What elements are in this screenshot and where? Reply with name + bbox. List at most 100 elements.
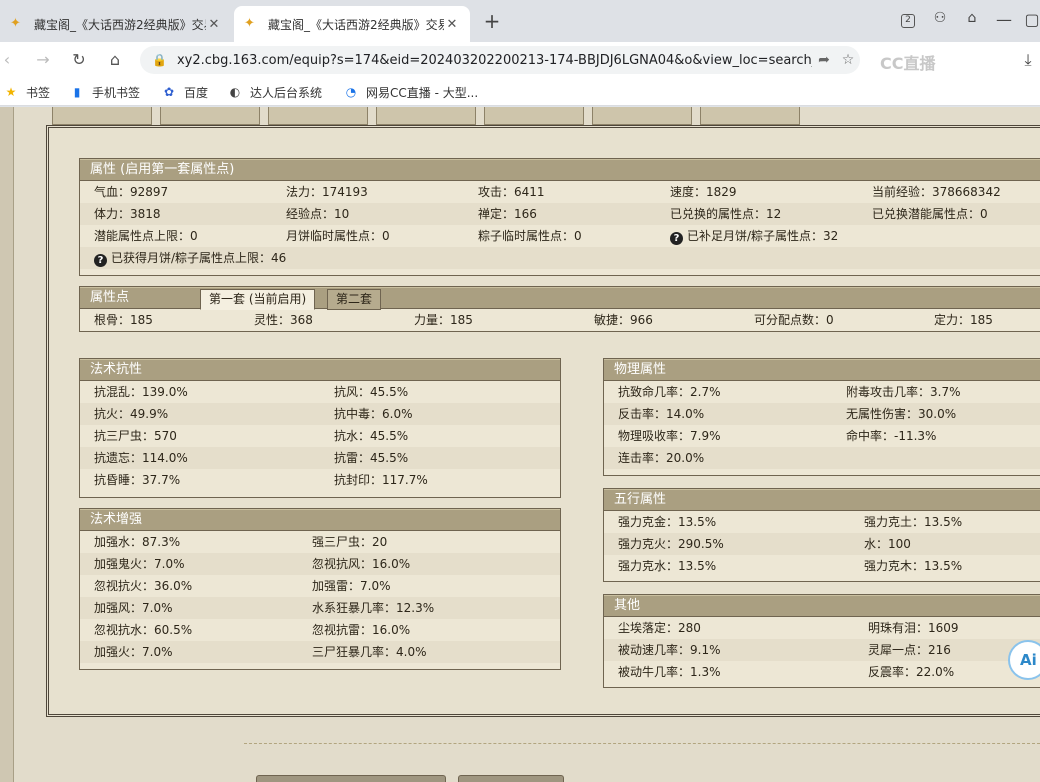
- lock-icon[interactable]: 🔒: [152, 53, 167, 67]
- tab-set-2[interactable]: 第二套: [327, 289, 382, 310]
- cc-icon: ◔: [345, 85, 357, 99]
- reload-icon[interactable]: ↻: [66, 48, 92, 72]
- bookmark-item[interactable]: ✿ 百度: [162, 83, 208, 101]
- bottom-button[interactable]: [458, 775, 564, 782]
- stat-cell: 明珠有泪：1609: [868, 621, 959, 635]
- point-assignable: 可分配点数：0: [754, 313, 834, 327]
- section-tab[interactable]: [700, 107, 800, 125]
- attr-mooncake-temp: 月饼临时属性点：0: [286, 229, 390, 243]
- five-elements-panel: 五行属性 强力克金：13.5% 强力克土：13.5% 强力克火：290.5% 水…: [603, 488, 1040, 582]
- bookmark-item[interactable]: ★ 书签: [4, 83, 50, 101]
- address-bar[interactable]: 🔒 xy2.cbg.163.com/equip?s=174&eid=202403…: [140, 46, 860, 74]
- bookmark-item[interactable]: ◐ 达人后台系统: [228, 83, 322, 101]
- section-tab[interactable]: [268, 107, 368, 125]
- attr-obtained-limit: ? 已获得月饼/粽子属性点上限：46: [80, 247, 1040, 269]
- new-tab-button[interactable]: +: [480, 10, 504, 34]
- magic-enhance-grid: 加强水：87.3% 强三尸虫：20 加强鬼火：7.0% 忽视抗风：16.0% 忽…: [80, 531, 560, 663]
- stat-cell: 水系狂暴几率：12.3%: [298, 597, 560, 619]
- attributes-grid: 气血：92897 法力：174193 攻击：6411 速度：1829 当前经验：…: [80, 181, 1040, 247]
- bookmark-label: 百度: [184, 85, 209, 100]
- attributes-panel: 属性 (启用第一套属性点) 气血：92897 法力：174193 攻击：6411…: [79, 158, 1040, 276]
- home-icon[interactable]: ⌂: [102, 48, 128, 72]
- section-tab[interactable]: [376, 107, 476, 125]
- stat-cell: 抗风：45.5%: [334, 385, 409, 399]
- panel-title: 其他: [604, 595, 1040, 617]
- bottom-button[interactable]: [256, 775, 446, 782]
- forward-icon[interactable]: →: [30, 48, 56, 72]
- panel-title-bar: 属性点 第一套 (当前启用) 第二套: [80, 287, 1040, 310]
- stat-cell: 水：100: [850, 533, 1040, 555]
- point-spirit: 灵性：368: [254, 313, 313, 327]
- physical-grid: 抗致命几率：2.7% 附毒攻击几率：3.7% 反击率：14.0% 无属性伤害：3…: [604, 381, 1040, 469]
- help-icon[interactable]: ?: [94, 254, 107, 267]
- stat-cell: 附毒攻击几率：3.7%: [846, 385, 961, 399]
- bookmark-item[interactable]: ▮ 手机书签: [70, 83, 140, 101]
- tab-set-1[interactable]: 第一套 (当前启用): [200, 289, 316, 310]
- attr-exchanged: 已兑换的属性点：12: [656, 203, 858, 225]
- close-tab-icon[interactable]: ✕: [206, 17, 222, 32]
- stat-cell: 强三尸虫：20: [312, 535, 388, 549]
- attr-speed: 速度：1829: [670, 185, 737, 199]
- tab-count-icon[interactable]: 2: [896, 10, 920, 32]
- panel-title: 法术增强: [80, 509, 560, 531]
- maximize-icon[interactable]: ▢: [1020, 10, 1040, 32]
- download-icon[interactable]: ⤓: [1016, 50, 1040, 70]
- attr-exp: 当前经验：378668342: [872, 185, 1001, 199]
- stat-cell: 反击率：14.0%: [604, 403, 832, 425]
- extensions-icon[interactable]: ⌂: [960, 10, 984, 32]
- section-tab[interactable]: [592, 107, 692, 125]
- tab-title: 藏宝阁_《大话西游2经典版》交易: [34, 17, 206, 32]
- section-tab[interactable]: [52, 107, 152, 125]
- url-text[interactable]: xy2.cbg.163.com/equip?s=174&eid=20240320…: [177, 53, 812, 68]
- other-panel: 其他 尘埃落定：280 明珠有泪：1609 被动速几率：9.1% 灵犀一点：21…: [603, 594, 1040, 688]
- panel-title: 五行属性: [604, 489, 1040, 511]
- stat-cell: 命中率：-11.3%: [846, 429, 937, 443]
- browser-nav-bar: ‹ → ↻ ⌂ 🔒 xy2.cbg.163.com/equip?s=174&ei…: [0, 42, 1040, 78]
- stat-cell: 忽视抗火：36.0%: [94, 579, 193, 593]
- attr-supplemented: ? 已补足月饼/粽子属性点：32: [656, 225, 858, 247]
- panel-title: 物理属性: [604, 359, 1040, 381]
- stat-cell: 抗三尸虫：570: [94, 429, 177, 443]
- incognito-icon[interactable]: ⚇: [928, 10, 952, 32]
- point-bone: 根骨：185: [94, 313, 153, 327]
- browser-tab-2[interactable]: ✦ 藏宝阁_《大话西游2经典版》交易 ✕: [234, 6, 470, 42]
- ai-assistant-button[interactable]: Ai: [1008, 640, 1040, 680]
- stat-cell: 强力克金：13.5%: [618, 515, 717, 529]
- attr-zen: 禅定：166: [464, 203, 656, 225]
- bookmark-label: 网易CC直播 - 大型...: [366, 85, 479, 100]
- attr-exp-points: 经验点：10: [272, 203, 464, 225]
- panel-title: 属性点: [90, 290, 130, 305]
- stat-cell: 物理吸收率：7.9%: [618, 429, 721, 443]
- browser-tab-1[interactable]: ✦ 藏宝阁_《大话西游2经典版》交易 ✕: [0, 6, 232, 42]
- stat-cell: 被动速几率：9.1%: [604, 639, 854, 661]
- attr-empty: [858, 225, 1040, 247]
- minimize-icon[interactable]: —: [992, 10, 1016, 32]
- stat-cell: 抗封印：117.7%: [334, 473, 428, 487]
- close-tab-icon[interactable]: ✕: [444, 17, 460, 32]
- stat-cell: 连击率：20.0%: [604, 447, 832, 469]
- attribute-points-grid: 根骨：185 灵性：368 力量：185 敏捷：966 可分配点数：0 定力：1…: [80, 309, 1040, 331]
- stat-cell: 无属性伤害：30.0%: [832, 403, 1040, 425]
- phone-icon: ▮: [73, 85, 81, 99]
- bookmark-label: 达人后台系统: [250, 85, 323, 100]
- physical-panel: 物理属性 抗致命几率：2.7% 附毒攻击几率：3.7% 反击率：14.0% 无属…: [603, 358, 1040, 476]
- stat-cell: 抗遗忘：114.0%: [80, 447, 320, 469]
- bookmark-star-icon[interactable]: ☆: [836, 52, 860, 68]
- stat-cell: 忽视抗水：60.5%: [94, 623, 193, 637]
- attr-hp: 气血：92897: [94, 185, 169, 199]
- back-icon[interactable]: ‹: [0, 48, 20, 72]
- cbg-favicon-icon: ✦: [10, 16, 21, 31]
- bookmark-item[interactable]: ◔ 网易CC直播 - 大型...: [344, 83, 478, 101]
- stat-cell: 加强水：87.3%: [94, 535, 181, 549]
- attr-attack: 攻击：6411: [478, 185, 545, 199]
- stat-cell: 加强风：7.0%: [80, 597, 298, 619]
- stat-cell: 三尸狂暴几率：4.0%: [298, 641, 560, 663]
- baidu-icon: ✿: [163, 85, 175, 99]
- attr-zongzi-temp: 粽子临时属性点：0: [478, 229, 582, 243]
- section-tab[interactable]: [160, 107, 260, 125]
- section-tab[interactable]: [484, 107, 584, 125]
- help-icon[interactable]: ?: [670, 232, 683, 245]
- stat-cell: 抗火：49.9%: [80, 403, 320, 425]
- share-icon[interactable]: ➦: [812, 52, 836, 68]
- stat-cell: 抗昏睡：37.7%: [94, 473, 181, 487]
